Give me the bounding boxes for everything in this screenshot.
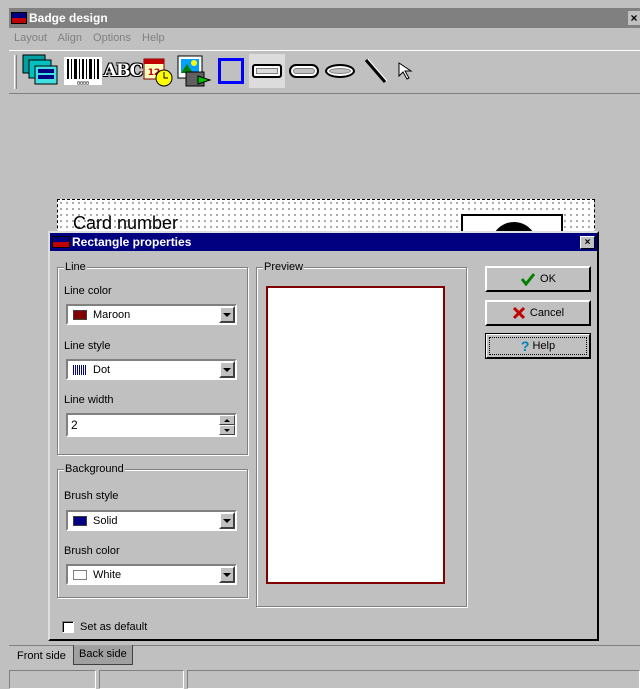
background-group: Background Brush style Solid Brush color… [57,463,248,598]
spin-down-button[interactable] [219,425,235,435]
text-tool-icon[interactable]: ABC [104,54,143,88]
preview-group: Preview [256,261,467,607]
arrow-down-icon [224,428,230,432]
brush-color-select[interactable]: White [66,564,237,585]
menu-layout[interactable]: Layout [14,32,47,44]
window-title: Badge design [29,11,108,25]
rounded-rectangle-tool-icon[interactable] [249,54,285,88]
line-style-value: Dot [93,363,111,376]
menu-bar: Layout Align Options Help [14,30,173,46]
window-titlebar: Badge design × [9,8,640,28]
line-width-spinner[interactable]: 2 [66,413,237,437]
rectangle-tool-icon[interactable] [215,54,247,88]
image-tool-icon[interactable] [175,54,213,88]
app-icon [11,12,27,24]
dialog-close-button[interactable]: × [580,235,595,249]
brush-color-value: White [93,568,122,581]
barcode-tool-icon[interactable]: 0000 [63,54,103,88]
status-panel-2 [99,670,184,689]
rounded-ellipse-tool-icon[interactable] [287,54,321,88]
layers-tool-icon[interactable] [21,54,61,88]
line-color-select[interactable]: Maroon [66,304,237,325]
brush-style-select[interactable]: Solid [66,510,237,531]
status-bar [9,668,640,689]
dialog-icon [52,236,70,248]
tab-front-side[interactable]: Front side [12,647,71,667]
preview-group-label: Preview [263,261,305,273]
tab-back-side[interactable]: Back side [73,645,133,665]
ok-button[interactable]: OK [485,266,591,292]
dialog-title: Rectangle properties [72,235,192,249]
arrow-up-icon [224,418,230,422]
brush-style-dropdown-button[interactable] [219,512,235,529]
line-style-select[interactable]: Dot [66,359,237,380]
spin-up-button[interactable] [219,415,235,425]
chevron-down-icon [223,572,231,577]
line-width-spin-buttons [219,415,235,435]
cancel-button-label: Cancel [529,307,565,319]
window-close-button[interactable]: × [628,11,640,25]
brush-style-swatch [73,515,87,526]
x-cross-icon [512,306,525,320]
set-default-option[interactable]: Set as default [62,621,147,633]
background-group-label: Background [64,463,125,475]
set-default-label: Set as default [80,621,148,633]
line-color-swatch [73,309,87,320]
checkmark-icon [520,273,536,286]
help-button[interactable]: ? Help [485,333,591,359]
line-style-dropdown-button[interactable] [219,361,235,378]
line-width-label: Line width [64,394,114,406]
preview-rectangle [266,286,445,584]
brush-style-value: Solid [93,514,118,527]
chevron-down-icon [223,312,231,317]
line-color-dropdown-button[interactable] [219,306,235,323]
dialog-titlebar: Rectangle properties × [50,233,597,251]
brush-style-label: Brush style [64,490,119,502]
svg-text:0000: 0000 [77,81,89,87]
brush-color-label: Brush color [64,545,120,557]
ok-button-label: OK [540,273,556,285]
focus-rect [489,337,587,355]
status-panel-3 [187,670,640,689]
brush-color-dropdown-button[interactable] [219,566,235,583]
dot-style-icon [73,364,87,375]
rectangle-properties-dialog: Rectangle properties × Line Line color M… [48,231,599,641]
set-default-checkbox[interactable] [62,621,74,633]
line-color-label: Line color [64,285,112,297]
toolbar-grip [14,55,17,89]
status-panel-1 [9,670,96,689]
line-group: Line Line color Maroon Line style Dot Li… [57,261,248,455]
chevron-down-icon [223,518,231,523]
menu-help[interactable]: Help [142,32,165,44]
pointer-tool-icon[interactable] [393,54,419,88]
toolbar: 0000 ABC 12 [9,50,640,94]
menu-options[interactable]: Options [93,32,131,44]
line-color-value: Maroon [93,308,131,321]
line-style-label: Line style [64,340,111,352]
line-tool-icon[interactable] [361,54,391,88]
brush-color-swatch [73,569,87,580]
ellipse-tool-icon[interactable] [323,54,357,88]
cancel-button[interactable]: Cancel [485,300,591,326]
menu-align[interactable]: Align [57,32,81,44]
date-tool-icon[interactable]: 12 [141,54,175,88]
line-width-value[interactable]: 2 [71,418,78,432]
line-group-label: Line [64,261,87,273]
chevron-down-icon [223,367,231,372]
